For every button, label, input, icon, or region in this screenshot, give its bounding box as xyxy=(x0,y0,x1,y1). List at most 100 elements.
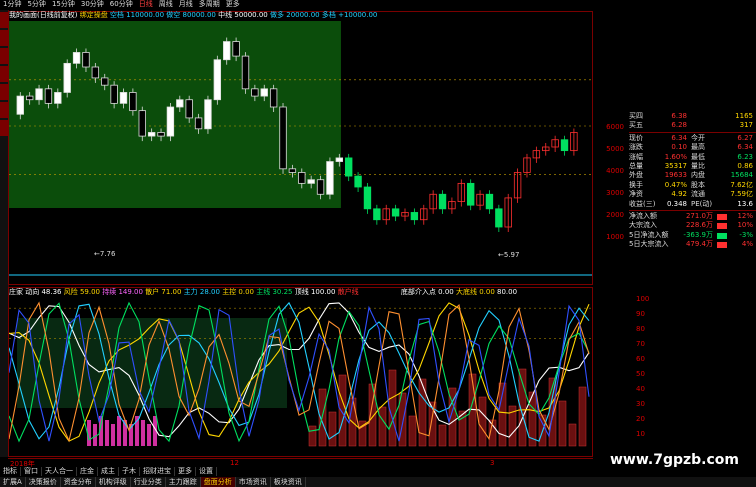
ind-bar xyxy=(338,374,347,447)
candle xyxy=(138,110,146,137)
candle xyxy=(91,66,100,79)
capital-flow: 净流入额 271.0万 12% 大宗流入 228.6万 10% 5日净流入额 -363.9万 -… xyxy=(629,212,756,250)
info-tab-8[interactable]: 板块资讯 xyxy=(271,477,306,487)
quote-value: 6.23 xyxy=(737,152,753,161)
flow-value: -363.9万 xyxy=(683,230,713,239)
ind-field: 大底线 0.00 xyxy=(455,288,495,296)
period-tab-8[interactable]: 多周期 xyxy=(196,0,223,9)
candle xyxy=(82,52,90,68)
period-toolbar: 1分钟 5分钟 15分钟 30分钟 60分钟 日线 周线 月线 多周期 更多 xyxy=(0,0,756,9)
ind-bar xyxy=(418,378,427,447)
overlay-zone xyxy=(9,21,341,208)
ind-field: 底部介入点 0.00 xyxy=(400,288,454,296)
side-tab[interactable] xyxy=(0,30,8,46)
indicator-chart[interactable] xyxy=(9,288,592,456)
period-tab-4[interactable]: 60分钟 xyxy=(107,0,136,9)
ind-bar xyxy=(478,396,487,447)
candle xyxy=(72,52,81,64)
period-tab-5[interactable]: 日线 xyxy=(136,0,156,9)
quote-value: 317 xyxy=(739,121,753,130)
quote-row: 换手 0.47% 股本 7.62亿 xyxy=(629,181,756,190)
period-tab-3[interactable]: 30分钟 xyxy=(78,0,107,9)
period-tab-1[interactable]: 5分钟 xyxy=(24,0,48,9)
info-tab-7[interactable]: 市场资讯 xyxy=(236,477,271,487)
candle xyxy=(363,186,372,210)
flow-label: 大宗流入 xyxy=(629,221,657,230)
ind-field: 顶线 100.00 xyxy=(294,288,336,296)
indicator-tab-8[interactable]: 设置 xyxy=(196,467,217,476)
candle xyxy=(232,41,240,57)
side-tab[interactable] xyxy=(0,102,8,118)
quote-label: 买四 xyxy=(629,112,643,120)
info-tab-1[interactable]: 决策报价 xyxy=(26,477,61,487)
quote-label: 股本 xyxy=(691,180,705,189)
chart-name: 我的画面(日线前复权) xyxy=(9,11,78,19)
quote-label: 今开 xyxy=(691,133,705,142)
side-tab[interactable] xyxy=(0,48,8,64)
indicator-tab-7[interactable]: 更多 xyxy=(175,467,196,476)
quote-value: 6.28 xyxy=(671,121,687,130)
quote-value: 35317 xyxy=(664,161,687,170)
info-tab-3[interactable]: 机构评级 xyxy=(96,477,131,487)
flow-row: 5日净流入额 -363.9万 -3% xyxy=(629,231,756,240)
info-tab-4[interactable]: 行业分类 xyxy=(131,477,166,487)
quote-label: 外盘 xyxy=(629,171,643,180)
info-tab-6[interactable]: 盘面分析 xyxy=(200,477,236,487)
flow-row: 净流入额 271.0万 12% xyxy=(629,212,756,221)
candle xyxy=(279,106,287,170)
level-4: 做多 20000.00 xyxy=(270,11,320,19)
indicator-tab-4[interactable]: 成主 xyxy=(98,467,119,476)
period-tab-6[interactable]: 周线 xyxy=(156,0,176,9)
indicator-tab-5[interactable]: 子木 xyxy=(119,467,140,476)
indicator-tab-2[interactable]: 天人合一 xyxy=(42,467,77,476)
ind-field: 主线 30.25 xyxy=(256,288,293,296)
level-1: 空档 110000.00 xyxy=(109,11,165,19)
candle xyxy=(16,95,24,115)
candle xyxy=(129,92,137,112)
main-chart-panel[interactable] xyxy=(8,11,593,285)
chart-mode: 绑定操盘 xyxy=(79,11,108,19)
period-tab-0[interactable]: 1分钟 xyxy=(0,0,24,9)
level-3: 中线 50000.00 xyxy=(218,11,268,19)
period-tab-2[interactable]: 15分钟 xyxy=(49,0,78,9)
candle xyxy=(326,161,334,195)
watermark: www.7gpzb.com xyxy=(610,452,740,468)
date-axis: 2018年 12 3 xyxy=(8,458,593,468)
ind-bar xyxy=(308,425,317,447)
candle xyxy=(110,84,118,104)
candlestick-chart[interactable] xyxy=(9,12,592,284)
candle xyxy=(307,179,315,184)
period-tab-7[interactable]: 月线 xyxy=(176,0,196,9)
indicator-panel[interactable] xyxy=(8,287,593,457)
side-tab[interactable] xyxy=(0,120,8,136)
indicator-tab-0[interactable]: 指标 xyxy=(0,467,21,476)
side-tab[interactable] xyxy=(0,12,8,28)
quote-label: 最低 xyxy=(691,152,705,161)
indicator-tab-3[interactable]: 庄金 xyxy=(77,467,98,476)
indicator-tab-1[interactable]: 窗口 xyxy=(21,467,42,476)
candle xyxy=(260,88,268,97)
period-tab-9[interactable]: 更多 xyxy=(223,0,243,9)
ind-field: 动向 48.36 xyxy=(25,288,62,296)
date-label: 3 xyxy=(490,459,495,467)
candle xyxy=(157,132,165,137)
candle xyxy=(241,55,250,90)
candle xyxy=(560,139,569,152)
candle xyxy=(495,208,503,228)
ind-bar xyxy=(388,369,397,447)
side-tab[interactable] xyxy=(0,66,8,82)
flow-label: 5日净流入额 xyxy=(629,230,669,239)
flow-value: 479.4万 xyxy=(685,240,713,249)
side-tab[interactable] xyxy=(0,84,8,100)
info-tab-5[interactable]: 主力跟踪 xyxy=(166,477,201,487)
indicator-tab-6[interactable]: 招财进宝 xyxy=(140,467,175,476)
flow-pct: -3% xyxy=(739,230,753,239)
quote-label: 最高 xyxy=(691,143,705,152)
candle xyxy=(345,157,353,177)
flow-row: 5日大宗流入 479.4万 4% xyxy=(629,240,756,249)
info-tab-2[interactable]: 资金分布 xyxy=(61,477,96,487)
flow-pct: 12% xyxy=(737,211,753,220)
ind-bar xyxy=(438,424,447,447)
quote-label: 量比 xyxy=(691,161,705,170)
info-tab-0[interactable]: 扩展A xyxy=(0,477,26,487)
